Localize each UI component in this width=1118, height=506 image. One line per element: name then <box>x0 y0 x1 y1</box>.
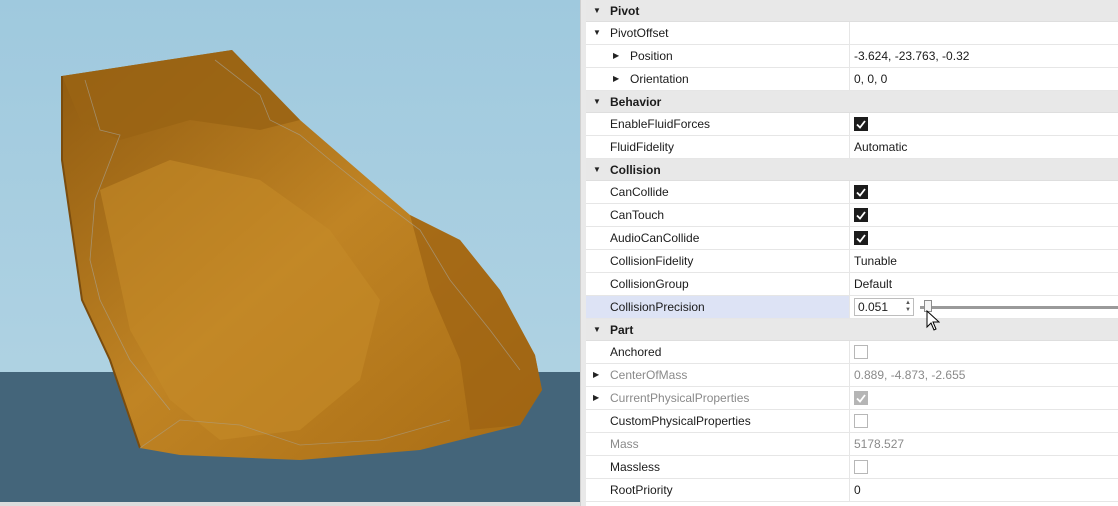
property-value <box>850 22 1118 44</box>
property-row-orientation[interactable]: ▶ Orientation 0, 0, 0 <box>586 68 1118 91</box>
property-value[interactable]: 0 <box>850 479 1118 501</box>
section-pivot-label: Pivot <box>610 3 640 18</box>
property-row-collisionfidelity[interactable]: CollisionFidelity Tunable <box>586 250 1118 273</box>
property-label: CollisionPrecision <box>586 296 850 318</box>
enablefluidforces-checkbox[interactable] <box>854 117 868 131</box>
property-row-massless[interactable]: Massless <box>586 456 1118 479</box>
property-label: AudioCanCollide <box>586 227 850 249</box>
anchored-checkbox[interactable] <box>854 345 868 359</box>
customphysicalproperties-checkbox[interactable] <box>854 414 868 428</box>
property-label: Mass <box>586 433 850 455</box>
audiocancollide-checkbox[interactable] <box>854 231 868 245</box>
property-label: Anchored <box>586 341 850 363</box>
property-row-cancollide[interactable]: CanCollide <box>586 181 1118 204</box>
triangle-right-icon[interactable]: ▶ <box>593 371 599 379</box>
section-collision-label: Collision <box>610 162 661 177</box>
properties-panel: ▼ Pivot ▼ PivotOffset ▶ Position -3.624,… <box>586 0 1118 506</box>
section-pivot[interactable]: ▼ Pivot <box>586 0 1118 22</box>
property-row-enablefluidforces[interactable]: EnableFluidForces <box>586 113 1118 136</box>
checkmark-icon <box>856 233 866 243</box>
collisionprecision-slider-track[interactable] <box>920 306 1118 309</box>
property-row-mass[interactable]: Mass 5178.527 <box>586 433 1118 456</box>
fluidfidelity-dropdown[interactable]: Automatic <box>850 136 1118 158</box>
cantouch-checkbox[interactable] <box>854 208 868 222</box>
triangle-right-icon[interactable]: ▶ <box>613 75 619 83</box>
property-label: CollisionFidelity <box>586 250 850 272</box>
property-label: Orientation <box>630 72 689 86</box>
section-collision[interactable]: ▼ Collision <box>586 159 1118 181</box>
cancollide-checkbox[interactable] <box>854 185 868 199</box>
property-row-centerofmass[interactable]: ▶ CenterOfMass 0.889, -4.873, -2.655 <box>586 364 1118 387</box>
section-part[interactable]: ▼ Part <box>586 319 1118 341</box>
section-behavior[interactable]: ▼ Behavior <box>586 91 1118 113</box>
property-row-pivotoffset[interactable]: ▼ PivotOffset <box>586 22 1118 45</box>
property-label: RootPriority <box>586 479 850 501</box>
mouse-cursor-icon <box>926 310 940 331</box>
property-label: FluidFidelity <box>586 136 850 158</box>
property-row-anchored[interactable]: Anchored <box>586 341 1118 364</box>
property-value: 0.889, -4.873, -2.655 <box>854 368 966 382</box>
property-label: CollisionGroup <box>586 273 850 295</box>
property-value: 5178.527 <box>854 437 905 451</box>
collisionprecision-input[interactable]: 0.051 ▲ ▼ <box>854 298 914 316</box>
property-label: PivotOffset <box>610 26 669 40</box>
property-row-audiocancollide[interactable]: AudioCanCollide <box>586 227 1118 250</box>
property-row-collisiongroup[interactable]: CollisionGroup Default <box>586 273 1118 296</box>
checkmark-icon <box>856 210 866 220</box>
checkmark-icon <box>856 187 866 197</box>
property-label: Massless <box>586 456 850 478</box>
property-label: Position <box>630 49 673 63</box>
property-row-currentphysicalproperties[interactable]: ▶ CurrentPhysicalProperties <box>586 387 1118 410</box>
viewport-3d[interactable] <box>0 0 580 502</box>
property-label: CanTouch <box>586 204 850 226</box>
property-label: CustomPhysicalProperties <box>586 410 850 432</box>
checkmark-icon <box>856 393 866 403</box>
triangle-down-icon[interactable]: ▼ <box>593 29 601 37</box>
triangle-right-icon[interactable]: ▶ <box>613 52 619 60</box>
collisionfidelity-dropdown[interactable]: Tunable <box>850 250 1118 272</box>
property-row-fluidfidelity[interactable]: FluidFidelity Automatic <box>586 136 1118 159</box>
property-label: CenterOfMass <box>610 368 688 382</box>
collisiongroup-value[interactable]: Default <box>850 273 1118 295</box>
property-label: EnableFluidForces <box>586 113 850 135</box>
property-row-customphysicalproperties[interactable]: CustomPhysicalProperties <box>586 410 1118 433</box>
property-row-cantouch[interactable]: CanTouch <box>586 204 1118 227</box>
property-label: CanCollide <box>586 181 850 203</box>
scene <box>0 0 580 502</box>
collisionprecision-input-value: 0.051 <box>858 300 889 314</box>
property-value[interactable]: 0, 0, 0 <box>850 68 1118 90</box>
spinner-arrows-icon[interactable]: ▲ ▼ <box>905 300 911 314</box>
property-value[interactable]: -3.624, -23.763, -0.32 <box>850 45 1118 67</box>
massless-checkbox[interactable] <box>854 460 868 474</box>
section-behavior-label: Behavior <box>610 94 662 109</box>
property-row-collisionprecision[interactable]: CollisionPrecision 0.051 ▲ ▼ <box>586 296 1118 319</box>
property-label: CurrentPhysicalProperties <box>610 391 750 405</box>
viewport-bottom-strip <box>0 502 580 506</box>
currentphysicalproperties-checkbox <box>854 391 868 405</box>
property-row-position[interactable]: ▶ Position -3.624, -23.763, -0.32 <box>586 45 1118 68</box>
checkmark-icon <box>856 119 866 129</box>
section-part-label: Part <box>610 322 634 337</box>
property-row-rootpriority[interactable]: RootPriority 0 <box>586 479 1118 502</box>
triangle-right-icon[interactable]: ▶ <box>593 394 599 402</box>
